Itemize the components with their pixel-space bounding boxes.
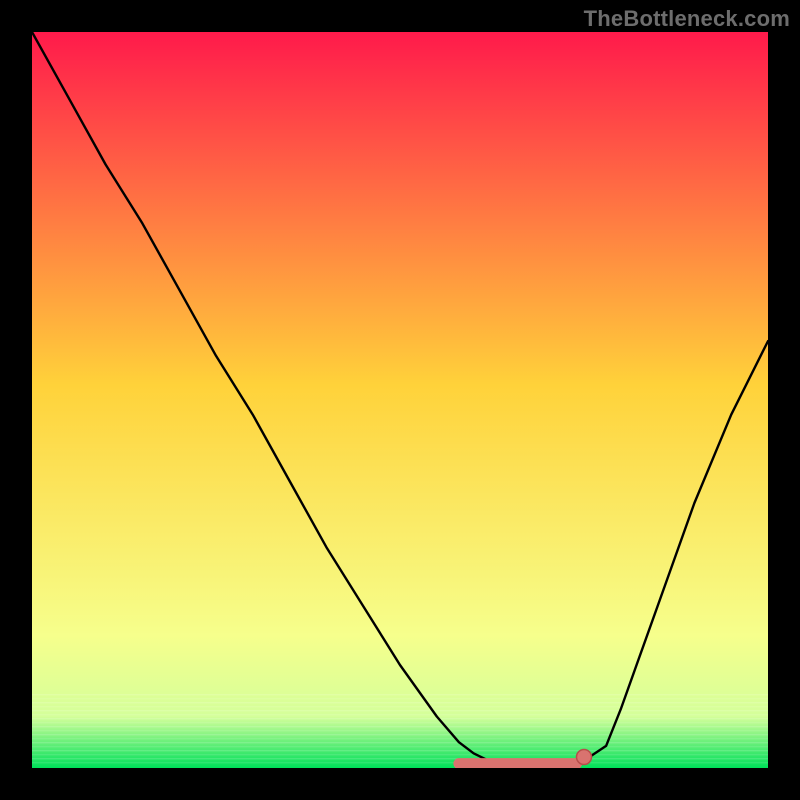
plot-area (32, 32, 768, 768)
end-marker-dot (577, 750, 592, 765)
chart-frame: TheBottleneck.com (0, 0, 800, 800)
bottleneck-chart (32, 32, 768, 768)
watermark-text: TheBottleneck.com (584, 6, 790, 32)
